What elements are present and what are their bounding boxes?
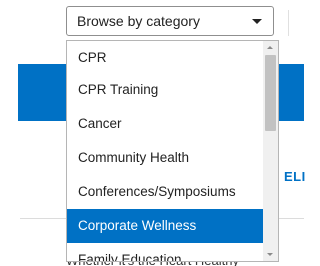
- chevron-down-icon[interactable]: [252, 19, 262, 24]
- scroll-down-arrow-icon[interactable]: [263, 248, 278, 261]
- option-cancer[interactable]: Cancer: [67, 107, 264, 141]
- options-list: CPR CPR Training Cancer Community Health…: [67, 41, 264, 261]
- category-dropdown-list[interactable]: CPR CPR Training Cancer Community Health…: [66, 40, 279, 262]
- option-cpr-training[interactable]: CPR Training: [67, 73, 264, 107]
- option-community-health[interactable]: Community Health: [67, 141, 264, 175]
- option-family-education[interactable]: Family Education: [67, 243, 264, 261]
- option-corporate-wellness[interactable]: Corporate Wellness: [67, 209, 264, 243]
- option-cpr[interactable]: CPR: [67, 41, 264, 73]
- dropdown-scrollbar[interactable]: [263, 41, 278, 261]
- scroll-up-arrow-icon[interactable]: [263, 41, 278, 54]
- category-select-value: Browse by category: [77, 13, 200, 29]
- background-divider: [288, 10, 289, 36]
- scrollbar-thumb[interactable]: [265, 55, 276, 131]
- category-select[interactable]: Browse by category: [66, 6, 274, 36]
- option-conferences-symposiums[interactable]: Conferences/Symposiums: [67, 175, 264, 209]
- background-link[interactable]: ELI: [284, 169, 306, 184]
